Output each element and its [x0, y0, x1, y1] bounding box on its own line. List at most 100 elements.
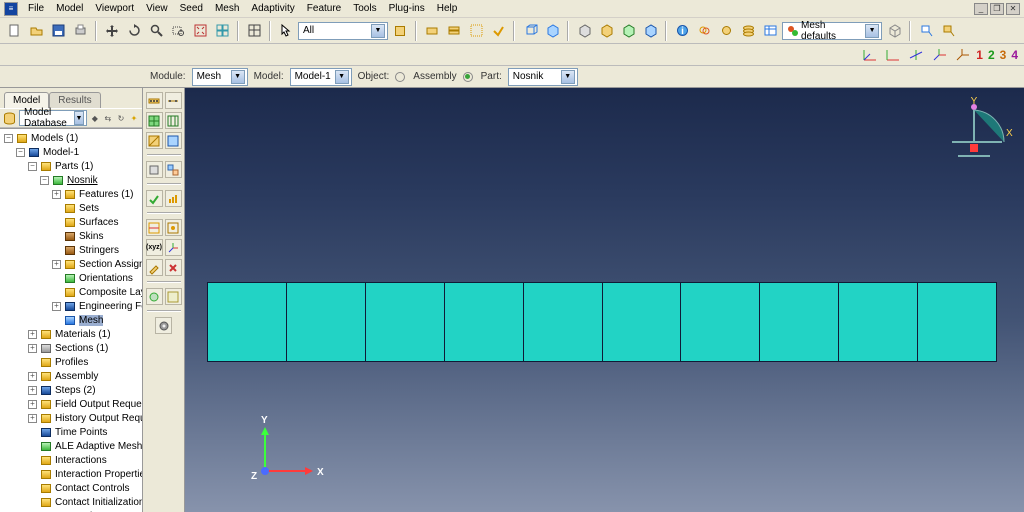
rotate-icon[interactable] — [124, 21, 144, 41]
element-type-icon[interactable] — [165, 161, 182, 178]
part-radio[interactable] — [463, 72, 473, 82]
tree-node-sets[interactable]: Sets — [4, 201, 142, 215]
selgroup4-icon[interactable] — [488, 21, 508, 41]
tree-node-parts[interactable]: −Parts (1) — [4, 159, 142, 173]
tree-node-composite_layups[interactable]: Composite Layups — [4, 285, 142, 299]
tree-node-materials[interactable]: +Materials (1) — [4, 327, 142, 341]
tree-nav1-icon[interactable]: ⇆ — [103, 111, 113, 125]
menu-tools[interactable]: Tools — [347, 1, 382, 16]
open-icon[interactable] — [26, 21, 46, 41]
toggle-sel1-icon[interactable] — [390, 21, 410, 41]
menu-adaptivity[interactable]: Adaptivity — [245, 1, 300, 16]
tree-node-assembly[interactable]: +Assembly — [4, 369, 142, 383]
selgroup2-icon[interactable] — [444, 21, 464, 41]
selection-filter-combo[interactable]: All▼ — [298, 22, 388, 40]
shade2-icon[interactable] — [596, 21, 616, 41]
shade3-icon[interactable] — [618, 21, 638, 41]
menu-help[interactable]: Help — [431, 1, 464, 16]
menu-file[interactable]: File — [22, 1, 50, 16]
tab-model[interactable]: Model — [4, 92, 49, 108]
tree-node-sections[interactable]: +Sections (1) — [4, 341, 142, 355]
datum-4[interactable]: 4 — [1011, 48, 1018, 62]
tree-node-orientations[interactable]: Orientations — [4, 271, 142, 285]
zoom-icon[interactable] — [146, 21, 166, 41]
menu-view[interactable]: View — [140, 1, 174, 16]
select-arrow-icon[interactable] — [276, 21, 296, 41]
selgroup3-icon[interactable] — [466, 21, 486, 41]
tab-results[interactable]: Results — [49, 92, 100, 108]
tree-node-nosnik[interactable]: −Nosnik — [4, 173, 142, 187]
print-icon[interactable] — [70, 21, 90, 41]
shade1-icon[interactable] — [574, 21, 594, 41]
annotation2-icon[interactable] — [938, 21, 958, 41]
model-tree[interactable]: −Models (1) −Model-1 −Parts (1) −Nosnik … — [0, 128, 142, 512]
model-combo[interactable]: Model-1▼ — [290, 68, 352, 86]
tree-node-ale[interactable]: ALE Adaptive Mesh Constraints — [4, 439, 142, 453]
tree-node-stringers[interactable]: Stringers — [4, 243, 142, 257]
tree-node-profiles[interactable]: Profiles — [4, 355, 142, 369]
color-code-combo[interactable]: Mesh defaults▼ — [782, 22, 882, 40]
window-restore[interactable]: ❐ — [990, 3, 1004, 15]
tree-node-model1[interactable]: −Model-1 — [4, 145, 142, 159]
tree-nav2-icon[interactable]: ↻ — [116, 111, 126, 125]
assembly-radio[interactable] — [395, 72, 405, 82]
menu-mesh[interactable]: Mesh — [209, 1, 245, 16]
menu-viewport[interactable]: Viewport — [89, 1, 140, 16]
edit-mesh-icon[interactable] — [146, 259, 163, 276]
fit-view-icon[interactable] — [190, 21, 210, 41]
tree-node-steps[interactable]: +Steps (2) — [4, 383, 142, 397]
datum-axis-icon-4[interactable] — [930, 47, 948, 63]
tree-node-skins[interactable]: Skins — [4, 229, 142, 243]
tree-bulb-icon[interactable]: ✦ — [129, 111, 139, 125]
seed-part-icon[interactable] — [146, 92, 163, 109]
adaptivity-tool-icon[interactable] — [146, 288, 163, 305]
zoom-box-icon[interactable] — [168, 21, 188, 41]
partition-icon[interactable] — [146, 219, 163, 236]
menu-feature[interactable]: Feature — [301, 1, 347, 16]
tree-node-interaction_props[interactable]: Interaction Properties — [4, 467, 142, 481]
datum-plane-icon[interactable] — [165, 239, 182, 256]
window-close[interactable]: ✕ — [1006, 3, 1020, 15]
layers-icon[interactable] — [738, 21, 758, 41]
window-minimize[interactable]: _ — [974, 3, 988, 15]
tree-node-features[interactable]: +Features (1) — [4, 187, 142, 201]
datum-1[interactable]: 1 — [976, 48, 983, 62]
mesh-stats-icon[interactable] — [165, 190, 182, 207]
part-radio-label[interactable]: Part: — [481, 71, 502, 82]
assembly-radio-label[interactable]: Assembly — [413, 71, 456, 82]
view-cube-icon[interactable]: Y X — [944, 96, 1006, 169]
query-icon[interactable]: i — [672, 21, 692, 41]
menu-plugins[interactable]: Plug-ins — [383, 1, 431, 16]
tree-node-time_points[interactable]: Time Points — [4, 425, 142, 439]
module-combo[interactable]: Mesh▼ — [192, 68, 248, 86]
new-icon[interactable] — [4, 21, 24, 41]
part-combo[interactable]: Nosnik▼ — [508, 68, 578, 86]
datum-3[interactable]: 3 — [1000, 48, 1007, 62]
tree-node-history_output[interactable]: +History Output Requests (1) — [4, 411, 142, 425]
color-dot-icon[interactable] — [716, 21, 736, 41]
pan-icon[interactable] — [102, 21, 122, 41]
xyz-icon[interactable]: (xyz) — [146, 239, 163, 256]
settings-gear-icon[interactable] — [155, 317, 172, 334]
tree-node-contact_init[interactable]: Contact Initializations — [4, 495, 142, 509]
tree-node-engineering_features[interactable]: +Engineering Features — [4, 299, 142, 313]
tree-node-surfaces[interactable]: Surfaces — [4, 215, 142, 229]
menu-model[interactable]: Model — [50, 1, 89, 16]
virtual-topo-icon[interactable] — [165, 219, 182, 236]
views-menu-icon[interactable] — [244, 21, 264, 41]
datum-axis-icon-2[interactable] — [884, 47, 902, 63]
render-wireframe-icon[interactable] — [520, 21, 540, 41]
color-circles1-icon[interactable] — [694, 21, 714, 41]
verify-mesh-icon[interactable] — [146, 190, 163, 207]
datum-axis-icon-5[interactable] — [953, 47, 971, 63]
mesh-controls-icon[interactable] — [146, 161, 163, 178]
shade4-icon[interactable] — [640, 21, 660, 41]
tree-node-models[interactable]: −Models (1) — [4, 131, 142, 145]
datum-axis-icon-3[interactable] — [907, 47, 925, 63]
assign-controls-icon[interactable] — [146, 132, 163, 149]
datum-2[interactable]: 2 — [988, 48, 995, 62]
tree-node-field_output[interactable]: +Field Output Requests (1) — [4, 397, 142, 411]
remesh-icon[interactable] — [165, 288, 182, 305]
cycle-views-icon[interactable] — [212, 21, 232, 41]
tree-node-interactions[interactable]: Interactions — [4, 453, 142, 467]
